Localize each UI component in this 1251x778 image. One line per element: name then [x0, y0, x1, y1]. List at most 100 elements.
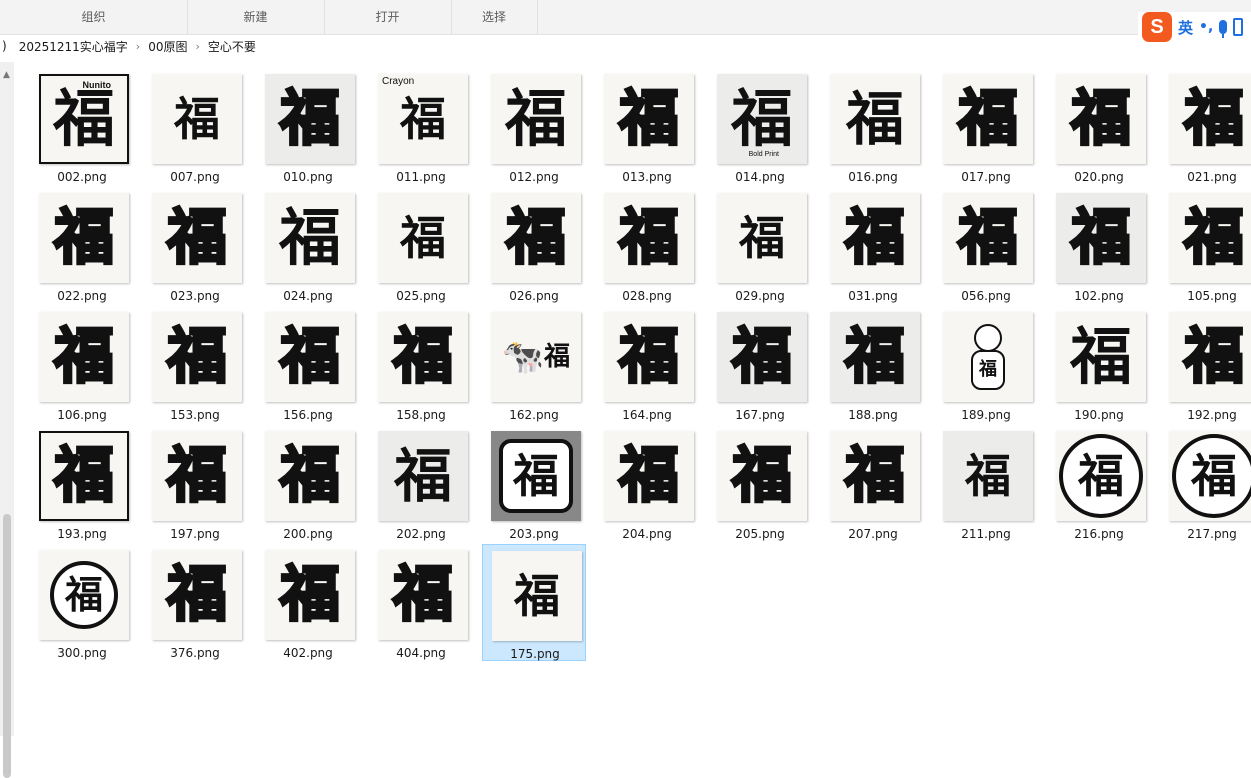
file-item[interactable]: 福 175.png	[482, 544, 586, 661]
file-item[interactable]: 福 029.png	[708, 187, 812, 304]
file-thumbnail[interactable]: 福	[378, 193, 468, 283]
file-name-label[interactable]: 190.png	[1047, 408, 1151, 422]
file-thumbnail[interactable]: 福	[717, 431, 807, 521]
file-name-label[interactable]: 016.png	[821, 170, 925, 184]
file-item[interactable]: 福 Crayon 011.png	[369, 68, 473, 185]
file-name-label[interactable]: 164.png	[595, 408, 699, 422]
file-thumbnail[interactable]: 福	[152, 431, 242, 521]
file-thumbnail[interactable]: 福	[1056, 74, 1146, 164]
file-name-label[interactable]: 156.png	[256, 408, 360, 422]
file-name-label[interactable]: 026.png	[482, 289, 586, 303]
file-item[interactable]: 福 188.png	[821, 306, 925, 423]
file-thumbnail[interactable]: 福	[39, 550, 129, 640]
file-item[interactable]: 福 105.png	[1160, 187, 1251, 304]
file-name-label[interactable]: 020.png	[1047, 170, 1151, 184]
file-item[interactable]: 福 205.png	[708, 425, 812, 542]
file-item[interactable]: 福 056.png	[934, 187, 1038, 304]
vertical-scrollbar[interactable]: ▲	[0, 62, 14, 778]
file-item[interactable]: 福 203.png	[482, 425, 586, 542]
file-thumbnail[interactable]: 福	[604, 193, 694, 283]
select-tab[interactable]: 选择	[451, 0, 538, 34]
file-name-label[interactable]: 203.png	[482, 527, 586, 541]
breadcrumb-item[interactable]: 00原图	[142, 38, 193, 55]
file-item[interactable]: 福 012.png	[482, 68, 586, 185]
file-item[interactable]: 福 216.png	[1047, 425, 1151, 542]
mic-icon[interactable]	[1219, 20, 1228, 38]
file-item[interactable]: 福 007.png	[143, 68, 247, 185]
file-thumbnail[interactable]: 福 Bold Print	[717, 74, 807, 164]
file-name-label[interactable]: 167.png	[708, 408, 812, 422]
file-item[interactable]: 福 025.png	[369, 187, 473, 304]
file-thumbnail[interactable]: 福	[491, 193, 581, 283]
file-thumbnail[interactable]: 福	[491, 431, 581, 521]
file-name-label[interactable]: 029.png	[708, 289, 812, 303]
file-name-label[interactable]: 028.png	[595, 289, 699, 303]
file-item[interactable]: 福 021.png	[1160, 68, 1251, 185]
file-thumbnail[interactable]: 福	[943, 193, 1033, 283]
file-item[interactable]: 福 031.png	[821, 187, 925, 304]
file-item[interactable]: 福 022.png	[30, 187, 134, 304]
punctuation-icon[interactable]: •,	[1199, 19, 1213, 35]
file-thumbnail[interactable]: 福	[1056, 312, 1146, 402]
file-name-label[interactable]: 102.png	[1047, 289, 1151, 303]
file-name-label[interactable]: 300.png	[30, 646, 134, 660]
file-name-label[interactable]: 010.png	[256, 170, 360, 184]
file-thumbnail[interactable]: 福	[604, 312, 694, 402]
file-name-label[interactable]: 025.png	[369, 289, 473, 303]
file-name-label[interactable]: 012.png	[482, 170, 586, 184]
file-name-label[interactable]: 189.png	[934, 408, 1038, 422]
file-name-label[interactable]: 105.png	[1160, 289, 1251, 303]
file-item[interactable]: 福 156.png	[256, 306, 360, 423]
file-item[interactable]: 福 010.png	[256, 68, 360, 185]
file-name-label[interactable]: 404.png	[369, 646, 473, 660]
file-thumbnail[interactable]: 福	[152, 193, 242, 283]
file-thumbnail[interactable]: 福	[378, 312, 468, 402]
file-thumbnail[interactable]: 福	[265, 193, 355, 283]
file-item[interactable]: 福 190.png	[1047, 306, 1151, 423]
file-thumbnail[interactable]: 福 Nunito	[39, 74, 129, 164]
breadcrumb-item[interactable]: 空心不要	[202, 38, 262, 55]
file-name-label[interactable]: 188.png	[821, 408, 925, 422]
file-name-label[interactable]: 023.png	[143, 289, 247, 303]
file-name-label[interactable]: 205.png	[708, 527, 812, 541]
file-thumbnail[interactable]: 福	[604, 431, 694, 521]
file-name-label[interactable]: 022.png	[30, 289, 134, 303]
file-item[interactable]: 福 023.png	[143, 187, 247, 304]
file-thumbnail[interactable]: 福	[492, 551, 582, 641]
file-thumbnail[interactable]: 福	[1056, 431, 1146, 521]
file-name-label[interactable]: 153.png	[143, 408, 247, 422]
keyboard-icon[interactable]	[1233, 18, 1244, 36]
file-thumbnail[interactable]: 福	[265, 431, 355, 521]
file-thumbnail[interactable]: 福	[604, 74, 694, 164]
file-thumbnail[interactable]: 福	[830, 74, 920, 164]
file-thumbnail[interactable]: 福	[1056, 193, 1146, 283]
ime-mode-label[interactable]: 英	[1178, 17, 1193, 38]
ime-toolbar[interactable]: S 英 •,	[1138, 12, 1251, 42]
file-name-label[interactable]: 211.png	[934, 527, 1038, 541]
file-thumbnail[interactable]: 福	[39, 193, 129, 283]
file-item[interactable]: 福 193.png	[30, 425, 134, 542]
file-name-label[interactable]: 021.png	[1160, 170, 1251, 184]
file-name-label[interactable]: 014.png	[708, 170, 812, 184]
file-name-label[interactable]: 200.png	[256, 527, 360, 541]
file-thumbnail[interactable]: 福	[943, 74, 1033, 164]
file-item[interactable]: 福 200.png	[256, 425, 360, 542]
file-item[interactable]: 福 017.png	[934, 68, 1038, 185]
file-name-label[interactable]: 216.png	[1047, 527, 1151, 541]
file-thumbnail[interactable]: 福	[830, 431, 920, 521]
file-item[interactable]: 福 300.png	[30, 544, 134, 661]
file-name-label[interactable]: 207.png	[821, 527, 925, 541]
file-item[interactable]: 福 402.png	[256, 544, 360, 661]
file-item[interactable]: 福 Nunito 002.png	[30, 68, 134, 185]
new-tab[interactable]: 新建	[187, 0, 325, 34]
file-thumbnail[interactable]: 福 Crayon	[378, 74, 468, 164]
file-thumbnail[interactable]: 福	[491, 74, 581, 164]
file-item[interactable]: 福 192.png	[1160, 306, 1251, 423]
file-thumbnail[interactable]: 🐄 福	[491, 312, 581, 402]
file-item[interactable]: 福 158.png	[369, 306, 473, 423]
file-item[interactable]: 🐄 福 162.png	[482, 306, 586, 423]
file-item[interactable]: 福 013.png	[595, 68, 699, 185]
file-item[interactable]: 福 197.png	[143, 425, 247, 542]
file-thumbnail[interactable]: 福	[717, 312, 807, 402]
file-thumbnail[interactable]: 福	[943, 312, 1033, 402]
